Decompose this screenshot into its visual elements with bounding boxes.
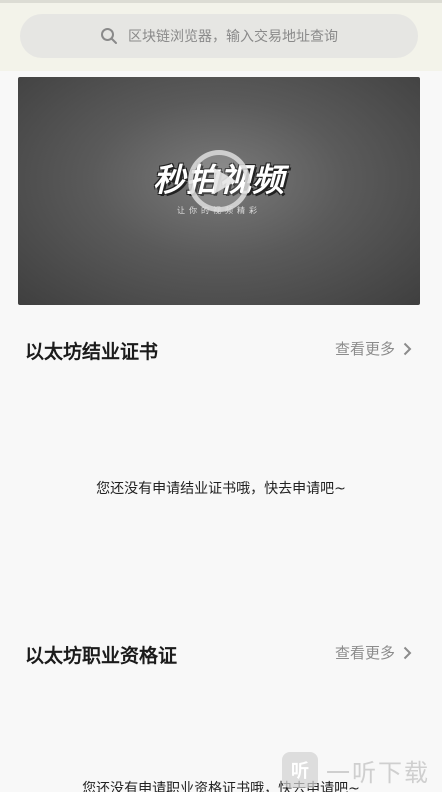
watermark-text: 一听下载 <box>326 758 430 787</box>
watermark: 听 一听下载 <box>282 748 442 792</box>
chevron-right-icon <box>403 342 412 355</box>
certificate-more-label: 查看更多 <box>334 340 395 358</box>
qualification-more-label: 查看更多 <box>334 644 395 662</box>
certificate-empty-text: 您还没有申请结业证书哦，快去申请吧~ <box>96 481 346 497</box>
search-bar[interactable]: 区块链浏览器，输入交易地址查询 <box>20 14 418 58</box>
video-player[interactable]: 秒拍视频 让你的视频精彩 <box>18 77 420 305</box>
search-icon <box>101 28 117 44</box>
search-placeholder: 区块链浏览器，输入交易地址查询 <box>128 29 338 45</box>
certificate-more-button[interactable]: 查看更多 <box>335 338 412 359</box>
watermark-logo-icon: 听 <box>282 752 318 788</box>
qualification-title: 以太坊职业资格证 <box>25 645 178 667</box>
certificate-title: 以太坊结业证书 <box>25 341 159 363</box>
header: 区块链浏览器，输入交易地址查询 <box>0 3 442 71</box>
play-icon[interactable] <box>188 150 250 212</box>
qualification-more-button[interactable]: 查看更多 <box>335 642 412 663</box>
chevron-right-icon <box>403 646 412 659</box>
